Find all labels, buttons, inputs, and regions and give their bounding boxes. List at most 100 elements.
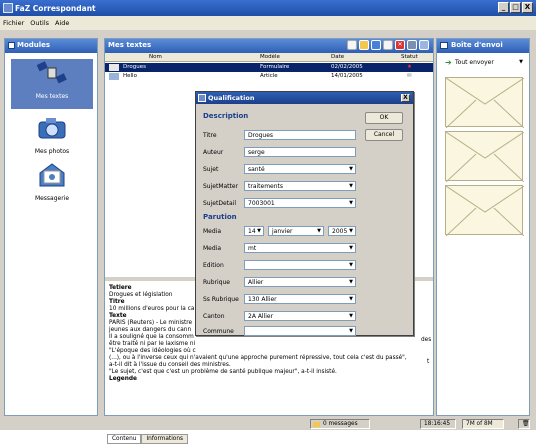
modules-header: Modules	[5, 39, 97, 53]
menu-fichier[interactable]: Fichier	[3, 19, 24, 30]
module-label: Mes textes	[35, 93, 69, 100]
camera-icon	[38, 118, 66, 139]
subjectmatter-value: traitements	[248, 183, 284, 190]
document-icon	[109, 64, 119, 71]
qualification-dialog: Qualification X Description OK Cancel Ti…	[195, 91, 414, 336]
open-icon[interactable]	[359, 40, 369, 50]
row-date: 14/01/2005	[331, 73, 363, 79]
envelope-item[interactable]	[445, 185, 525, 237]
main-title: Mes textes	[108, 41, 152, 49]
modules-title: Modules	[17, 41, 51, 49]
minimize-button[interactable]: _	[498, 2, 509, 13]
copy-icon[interactable]	[383, 40, 393, 50]
satellite-icon	[36, 61, 67, 84]
row-date: 02/02/2005	[331, 64, 363, 70]
month-select[interactable]: janvier ▼	[268, 226, 324, 236]
memory-status[interactable]: 7M of 8M	[462, 419, 504, 429]
canton-select[interactable]: 2A Allier ▼	[244, 311, 356, 321]
chevron-down-icon[interactable]: ▼	[519, 59, 523, 65]
titre-label: Titre	[203, 132, 217, 139]
ok-button[interactable]: OK	[365, 112, 403, 124]
col-date[interactable]: Date	[331, 54, 344, 60]
envelope-icon	[445, 185, 525, 237]
module-messagerie[interactable]: Messagerie	[11, 161, 93, 202]
text-line: "Le sujet, c'est que c'est un problème d…	[109, 369, 337, 375]
rubrique-select[interactable]: Allier ▼	[244, 277, 356, 287]
ssrubrique-value: 130 Allier	[248, 296, 277, 303]
tab-contenu[interactable]: Contenu	[107, 434, 142, 444]
delete-icon[interactable]: ✕	[395, 40, 405, 50]
outbox-header: Boîte d'envoi	[437, 39, 529, 53]
chevron-down-icon: ▼	[349, 328, 353, 334]
row-nom: Hello	[123, 73, 137, 79]
titre-field[interactable]: Drogues	[244, 130, 356, 140]
day-select[interactable]: 14 ▼	[244, 226, 264, 236]
chevron-down-icon: ▼	[349, 200, 353, 206]
commune-select[interactable]: ▼	[244, 326, 356, 336]
folder-icon	[313, 422, 320, 427]
chevron-down-icon: ▼	[349, 262, 353, 268]
day-value: 14	[248, 228, 256, 235]
col-statut[interactable]: Statut	[401, 54, 418, 60]
col-nom[interactable]: Nom	[149, 54, 162, 60]
table-row[interactable]: Hello Article 14/01/2005 ✉	[105, 72, 433, 81]
menu-outils[interactable]: Outils	[30, 19, 49, 30]
mail-icon	[39, 163, 65, 187]
send-all-label: Tout envoyer	[455, 59, 494, 66]
year-value: 2005	[332, 228, 348, 235]
module-label: Messagerie	[34, 195, 70, 202]
trash-icon[interactable]: 🗑	[518, 419, 530, 429]
tab-informations[interactable]: Informations	[141, 434, 189, 444]
chevron-down-icon: ▼	[349, 183, 353, 189]
module-mes-photos[interactable]: Mes photos	[11, 114, 93, 155]
document-icon	[109, 73, 119, 80]
envelope-item[interactable]	[445, 131, 525, 183]
edition-label: Edition	[203, 262, 224, 269]
status-bar: 0 messages 18:16:45 7M of 8M 🗑	[104, 418, 534, 430]
envelope-item[interactable]	[445, 77, 525, 129]
subjectdetail-select[interactable]: 7003001 ▼	[244, 198, 356, 208]
print-icon[interactable]	[407, 40, 417, 50]
table-row[interactable]: Drogues Formulaire 02/02/2005 ★	[105, 63, 433, 72]
module-mes-textes[interactable]: Mes textes	[11, 59, 93, 109]
envelope-icon	[445, 77, 525, 129]
cancel-button[interactable]: Cancel	[365, 129, 403, 141]
subjectdetail-value: 7003001	[248, 200, 275, 207]
main-header: Mes textes ✕	[105, 39, 433, 53]
sujet-select[interactable]: santé ▼	[244, 164, 356, 174]
menu-bar: Fichier Outils Aide	[0, 16, 536, 30]
month-value: janvier	[272, 228, 293, 235]
send-arrow-icon: ➔	[445, 58, 452, 67]
edition-select[interactable]: ▼	[244, 260, 356, 270]
module-label: Mes photos	[34, 148, 70, 155]
chevron-down-icon: ▼	[317, 228, 321, 234]
chevron-down-icon: ▼	[349, 245, 353, 251]
ssrubrique-select[interactable]: 130 Allier ▼	[244, 294, 356, 304]
row-nom: Drogues	[123, 64, 146, 70]
send-all-button[interactable]: ➔ Tout envoyer ▼	[443, 57, 523, 69]
subjectmatter-select[interactable]: traitements ▼	[244, 181, 356, 191]
text-fragment: t	[427, 359, 430, 365]
menu-aide[interactable]: Aide	[55, 19, 69, 30]
media-value: mt	[248, 245, 257, 252]
year-select[interactable]: 2005 ▼	[328, 226, 356, 236]
close-button[interactable]: X	[522, 2, 533, 13]
dialog-icon	[198, 94, 206, 102]
messages-status: 0 messages	[310, 419, 370, 429]
app-icon	[3, 3, 13, 13]
description-heading: Description	[203, 112, 249, 120]
text-line: être traité ni par le laxisme ni	[109, 341, 196, 347]
send-icon[interactable]	[419, 40, 429, 50]
dialog-title-bar: Qualification X	[196, 92, 413, 104]
dialog-close-button[interactable]: X	[401, 94, 410, 102]
col-modele[interactable]: Modèle	[260, 54, 280, 60]
chevron-down-icon: ▼	[349, 279, 353, 285]
window-title: FaZ Correspondant	[15, 4, 96, 13]
envelope-icon	[445, 131, 525, 183]
new-document-icon[interactable]	[347, 40, 357, 50]
text-line: "L'époque des idéologies où c	[109, 348, 196, 354]
maximize-button[interactable]: □	[510, 2, 521, 13]
auteur-field[interactable]: serge	[244, 147, 356, 157]
save-icon[interactable]	[371, 40, 381, 50]
media-select[interactable]: mt ▼	[244, 243, 356, 253]
